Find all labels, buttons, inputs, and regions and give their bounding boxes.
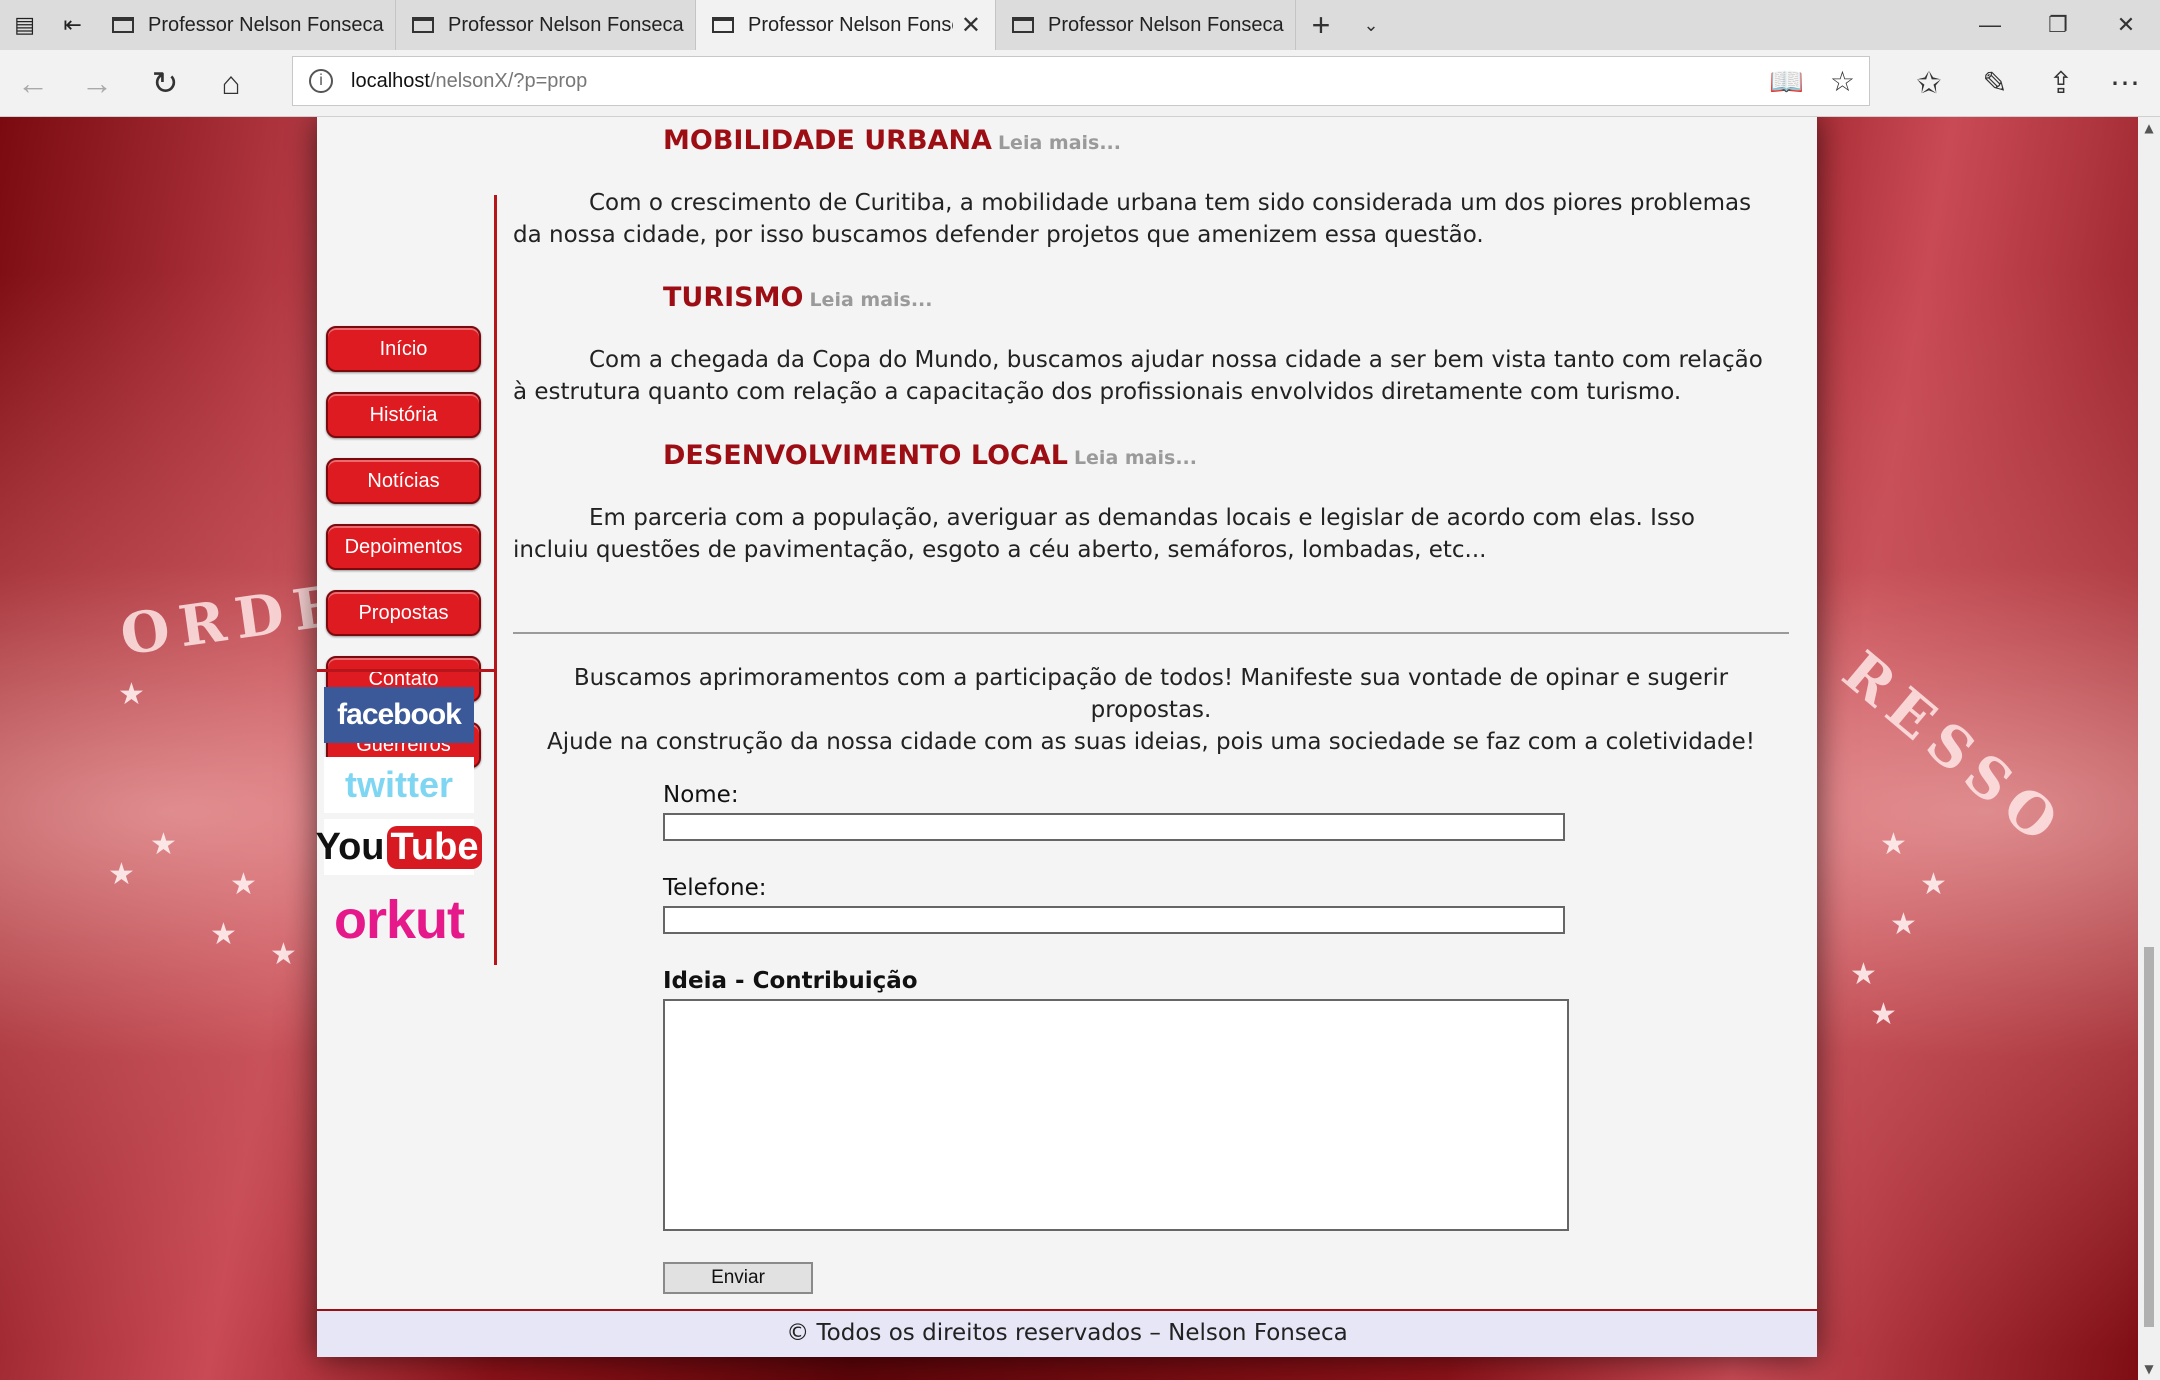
submit-button[interactable]: Enviar [663, 1262, 813, 1294]
proposal-text: Em parceria com a população, averiguar a… [513, 505, 1695, 563]
twitter-link[interactable]: twitter [324, 757, 474, 813]
tab-title: Professor Nelson Fonseca [448, 13, 684, 36]
url-host: localhost [351, 69, 430, 92]
idea-label: Ideia - Contribuição [663, 968, 918, 994]
name-input[interactable] [663, 813, 1565, 841]
site-info-icon[interactable]: i [309, 69, 333, 93]
youtube-logo-you: You [315, 825, 385, 868]
phone-label: Telefone: [663, 875, 767, 901]
tab-list-chevron-icon[interactable]: ⌄ [1346, 0, 1396, 50]
scroll-thumb[interactable] [2144, 947, 2154, 1327]
name-label: Nome: [663, 782, 739, 808]
proposal-title-text: TURISMO [663, 282, 804, 313]
tab-system-buttons: ▤ ⇤ [0, 0, 96, 50]
set-tabs-aside-icon[interactable]: ⇤ [63, 12, 81, 38]
proposal-title-text: DESENVOLVIMENTO LOCAL [663, 440, 1068, 471]
intro-line-2: Ajude na construção da nossa cidade com … [547, 729, 1755, 755]
tab-title: Professor Nelson Fonse [748, 13, 953, 36]
read-more-link[interactable]: Leia mais... [1074, 447, 1197, 469]
browser-tab-1[interactable]: Professor Nelson Fonseca [96, 0, 396, 50]
star-icon: ★ [1880, 827, 1907, 862]
web-note-pen-icon[interactable]: ✎ [1970, 58, 2020, 108]
star-icon: ★ [1850, 957, 1877, 992]
sidebar-divider [317, 669, 494, 672]
page-icon [712, 17, 734, 33]
favorite-star-icon[interactable]: ☆ [1830, 65, 1855, 98]
proposal-text: Com o crescimento de Curitiba, a mobilid… [513, 190, 1752, 248]
page-container: Início História Notícias Depoimentos Pro… [316, 117, 1817, 1357]
minimize-icon[interactable]: — [1956, 0, 2024, 50]
favorites-icon[interactable]: ✩ [1904, 58, 1954, 108]
back-arrow-icon[interactable]: ← [8, 58, 58, 108]
scroll-up-icon[interactable]: ▲ [2138, 117, 2160, 139]
close-window-icon[interactable]: ✕ [2092, 0, 2160, 50]
browser-tab-4[interactable]: Professor Nelson Fonseca [996, 0, 1296, 50]
share-icon[interactable]: ⇪ [2036, 58, 2086, 108]
section-divider [513, 632, 1789, 634]
new-tab-button[interactable]: + [1296, 0, 1346, 50]
url-path: /nelsonX/?p=prop [429, 69, 588, 92]
star-icon: ★ [1890, 907, 1917, 942]
star-icon: ★ [210, 917, 237, 952]
star-icon: ★ [230, 867, 257, 902]
star-icon: ★ [1920, 867, 1947, 902]
browser-tab-2[interactable]: Professor Nelson Fonseca [396, 0, 696, 50]
youtube-link[interactable]: You Tube [316, 819, 483, 875]
close-tab-icon[interactable]: ✕ [961, 11, 981, 40]
home-icon[interactable]: ⌂ [206, 58, 256, 108]
tabs-aside-icon[interactable]: ▤ [14, 12, 35, 38]
tab-bar: ▤ ⇤ Professor Nelson Fonseca Professor N… [0, 0, 2160, 50]
contribution-intro: Buscamos aprimoramentos com a participaç… [513, 662, 1789, 758]
page-viewport: ORDE RESSO ★ ★ ★ ★ ★ ★ ★ ★ ★ ★ ★ Início … [0, 117, 2160, 1380]
tab-title: Professor Nelson Fonseca [1048, 13, 1284, 36]
scroll-down-icon[interactable]: ▼ [2138, 1358, 2160, 1380]
restore-icon[interactable]: ❐ [2024, 0, 2092, 50]
forward-arrow-icon[interactable]: → [72, 58, 122, 108]
star-icon: ★ [108, 857, 135, 892]
url-input[interactable]: i localhost /nelsonX/?p=prop 📖 ☆ [292, 56, 1870, 106]
phone-input[interactable] [663, 906, 1565, 934]
star-icon: ★ [1870, 997, 1897, 1032]
star-icon: ★ [270, 937, 297, 972]
star-icon: ★ [150, 827, 177, 862]
read-more-link[interactable]: Leia mais... [998, 132, 1121, 154]
proposal-text: Com a chegada da Copa do Mundo, buscamos… [513, 347, 1763, 405]
orkut-link[interactable]: orkut [324, 890, 474, 950]
proposal-title: TURISMO Leia mais... [663, 282, 933, 313]
sidebar-links: facebook twitter You Tube orkut [316, 117, 497, 965]
page-icon [1012, 17, 1034, 33]
reading-view-icon[interactable]: 📖 [1769, 65, 1804, 98]
star-icon: ★ [118, 677, 145, 712]
page-icon [412, 17, 434, 33]
tab-title: Professor Nelson Fonseca [148, 13, 384, 36]
idea-textarea[interactable] [663, 999, 1569, 1231]
page-icon [112, 17, 134, 33]
proposal-title: DESENVOLVIMENTO LOCAL Leia mais... [663, 440, 1197, 471]
facebook-link[interactable]: facebook [324, 687, 474, 743]
address-bar: ← → ↻ ⌂ i localhost /nelsonX/?p=prop 📖 ☆… [0, 50, 2160, 117]
browser-tab-3-active[interactable]: Professor Nelson Fonse ✕ [696, 0, 996, 50]
proposal-title: MOBILIDADE URBANA Leia mais... [663, 125, 1121, 156]
intro-line-1: Buscamos aprimoramentos com a participaç… [573, 665, 1729, 723]
footer: © Todos os direitos reservados – Nelson … [317, 1309, 1817, 1357]
more-menu-icon[interactable]: ⋯ [2100, 58, 2150, 108]
refresh-icon[interactable]: ↻ [140, 58, 190, 108]
page-scrollbar[interactable]: ▲ ▼ [2138, 117, 2160, 1380]
youtube-logo-tube: Tube [386, 825, 483, 869]
proposal-title-text: MOBILIDADE URBANA [663, 125, 992, 156]
read-more-link[interactable]: Leia mais... [809, 289, 932, 311]
window-controls: — ❐ ✕ [1956, 0, 2160, 50]
